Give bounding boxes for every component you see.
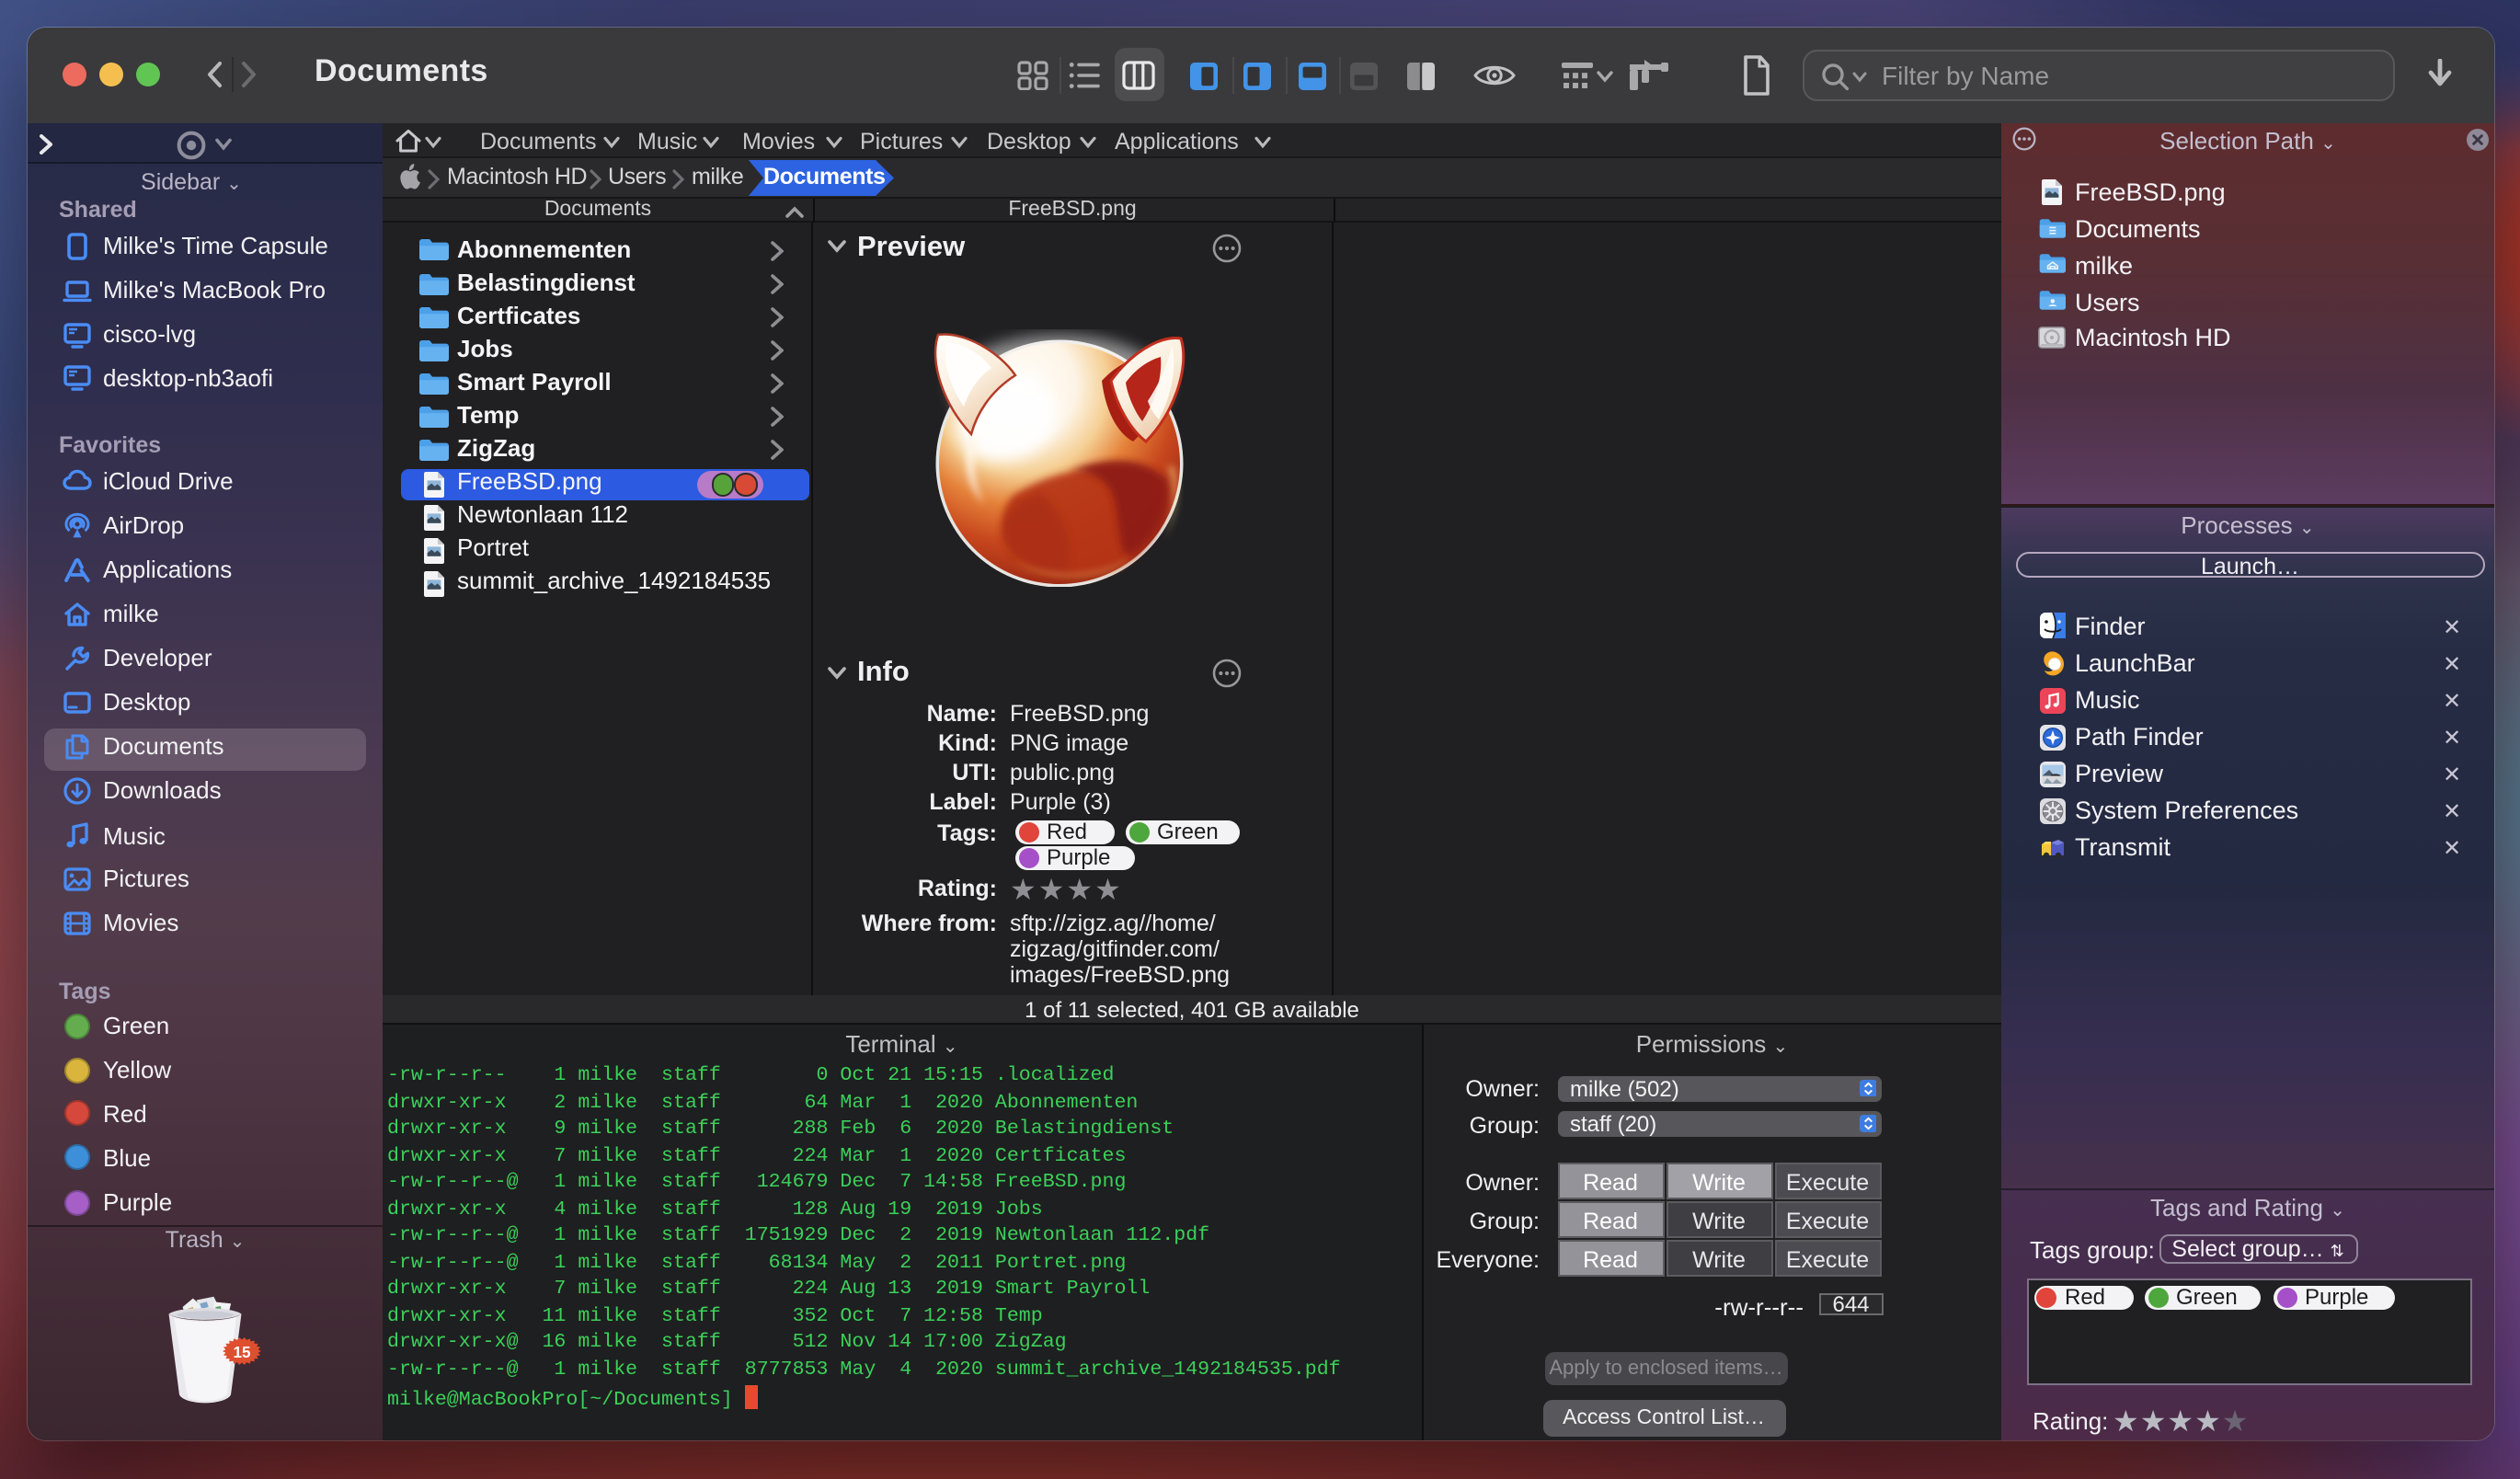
svg-text:15: 15 (233, 1342, 251, 1360)
